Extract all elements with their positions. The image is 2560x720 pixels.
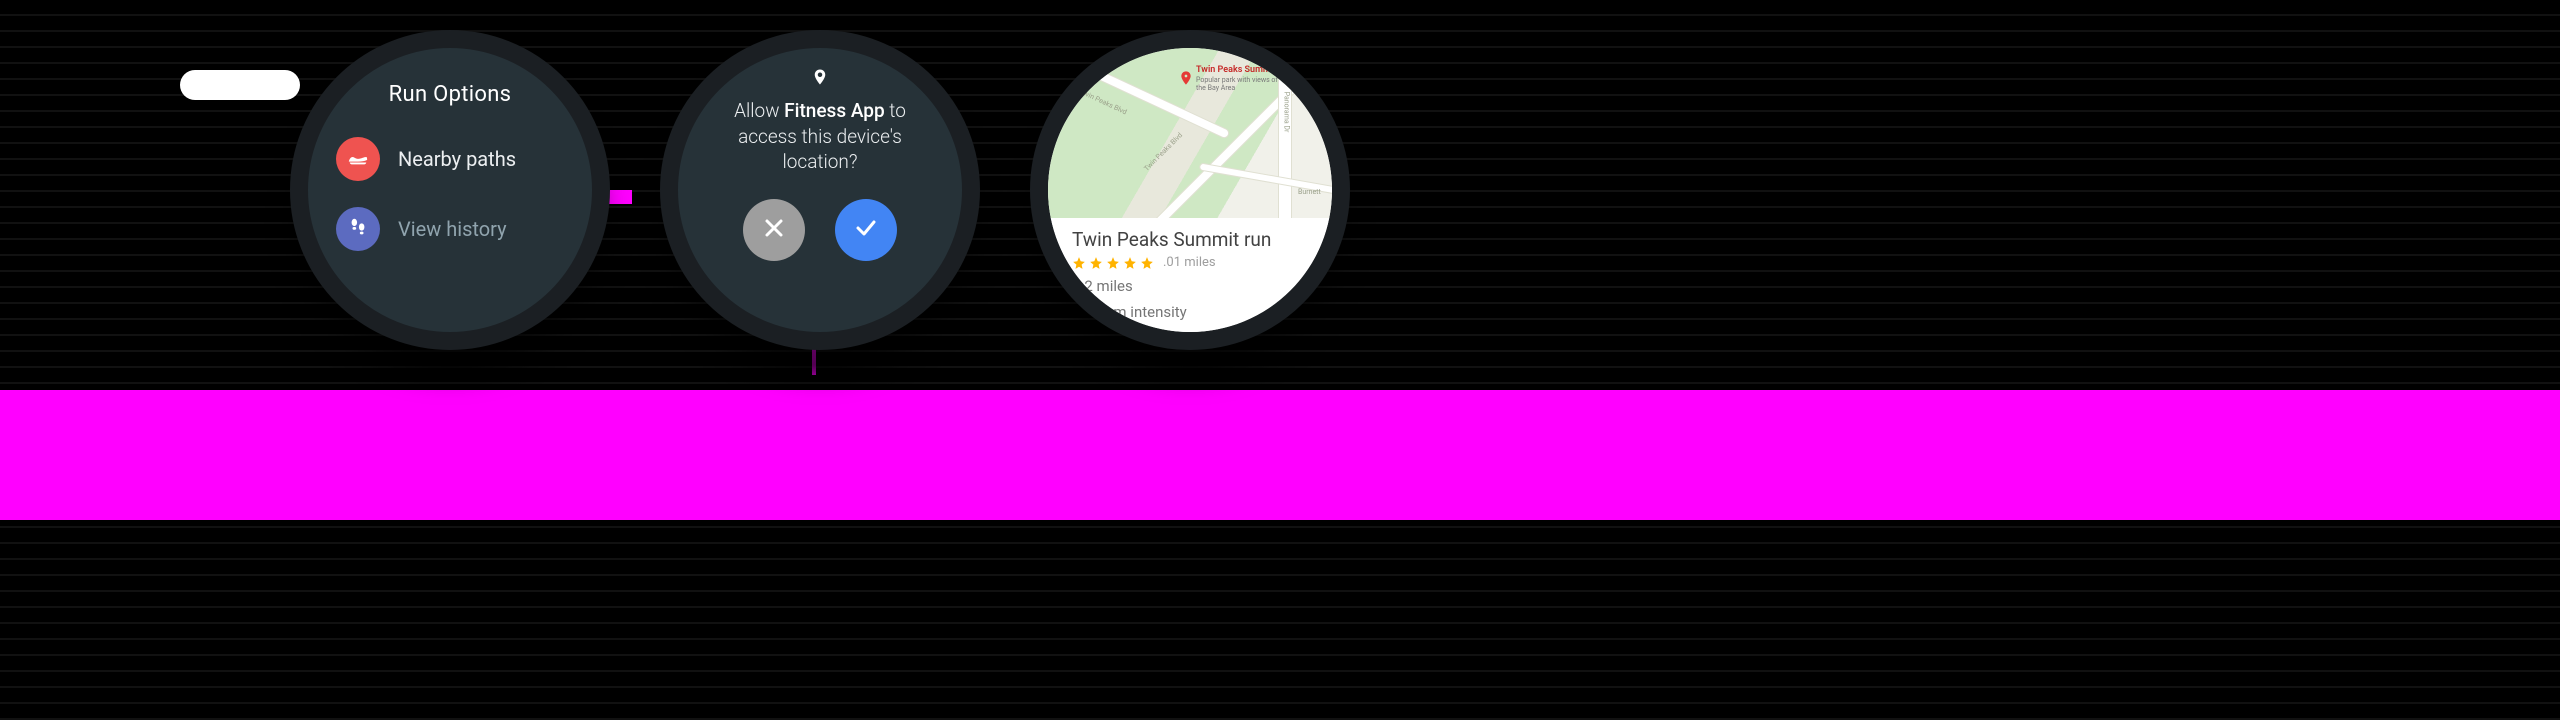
map-pin-subtitle: Popular park with views of the Bay Area — [1196, 77, 1286, 92]
check-icon — [854, 216, 878, 244]
menu-item-label: View history — [398, 217, 507, 241]
deny-button[interactable] — [743, 199, 805, 261]
map-pin-icon — [1178, 68, 1194, 92]
distance-small: .01 miles — [1163, 255, 1216, 270]
watch-permission-dialog: Allow Fitness App to access this device'… — [660, 30, 980, 350]
screen-title: Run Options — [308, 82, 592, 107]
map-road-label: Burnett — [1298, 188, 1321, 196]
rating-stars: .01 miles — [1072, 255, 1308, 270]
footsteps-icon — [336, 207, 380, 251]
map-view[interactable]: Twin Peaks Blvd Twin Peaks Blvd Panorama… — [1048, 48, 1332, 218]
run-distance: 5.2 miles — [1072, 276, 1308, 296]
star-icon — [1089, 256, 1103, 270]
map-road-label: Panorama Dr — [1282, 92, 1290, 133]
permission-prompt-text: Allow Fitness App to access this device'… — [678, 92, 962, 175]
map-road — [1278, 48, 1292, 218]
location-pin-icon — [678, 66, 962, 92]
prompt-app-name: Fitness App — [784, 99, 884, 122]
map-road-label: Twin Peaks Blvd — [1143, 131, 1185, 173]
menu-item-view-history[interactable]: View history — [308, 207, 592, 251]
close-icon — [762, 216, 786, 244]
menu-item-label: Nearby paths — [398, 147, 516, 171]
menu-item-nearby-paths[interactable]: Nearby paths — [308, 137, 592, 181]
map-road — [1048, 48, 1231, 140]
map-pin-title: Twin Peaks Summit — [1196, 66, 1276, 76]
prompt-text-pre: Allow — [734, 99, 784, 122]
watch-run-options: Run Options Nearby paths View history — [290, 30, 610, 350]
watch-run-summary: Twin Peaks Blvd Twin Peaks Blvd Panorama… — [1030, 30, 1350, 350]
star-icon — [1123, 256, 1137, 270]
star-icon — [1072, 256, 1086, 270]
allow-button[interactable] — [835, 199, 897, 261]
star-icon — [1106, 256, 1120, 270]
run-card[interactable]: Twin Peaks Summit run .01 miles 5.2 mile… — [1048, 218, 1332, 332]
star-icon — [1140, 256, 1154, 270]
permission-button-row — [678, 199, 962, 261]
map-road-label: Twin Peaks Blvd — [1079, 88, 1128, 117]
run-intensity: Medium intensity — [1072, 302, 1308, 322]
shoe-icon — [336, 137, 380, 181]
run-title: Twin Peaks Summit run — [1072, 228, 1308, 251]
